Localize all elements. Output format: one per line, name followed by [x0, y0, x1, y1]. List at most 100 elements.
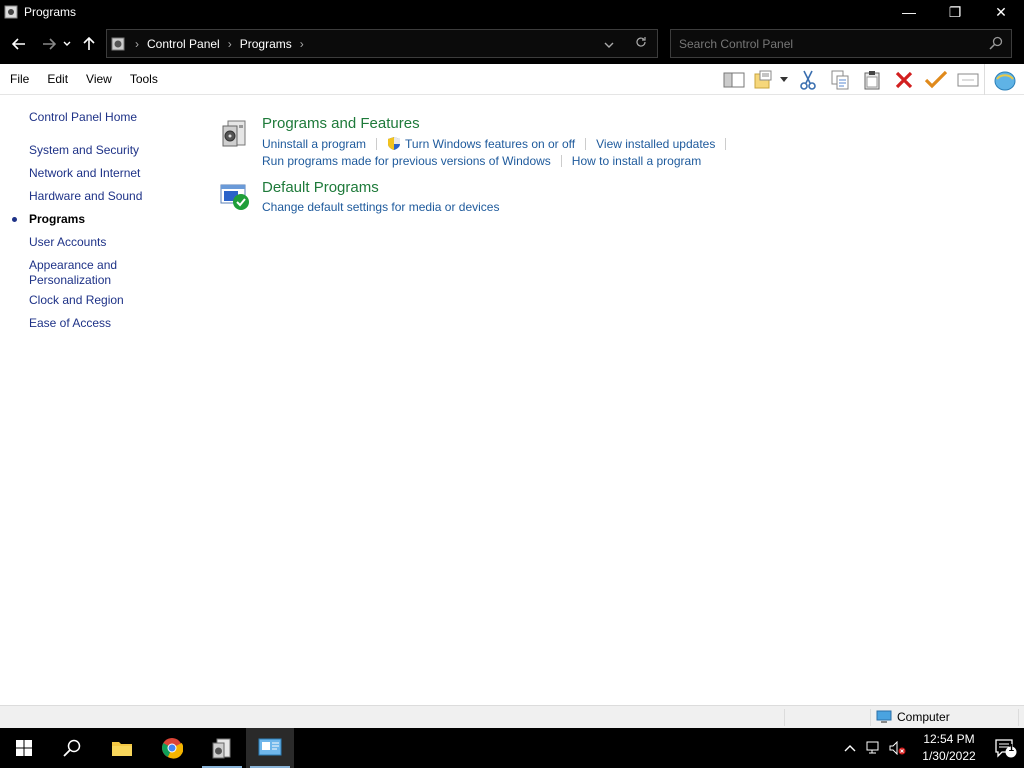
cut-button[interactable] [792, 64, 824, 95]
paste-button[interactable] [856, 64, 888, 95]
folder-note-icon [754, 70, 772, 88]
search-icon[interactable] [989, 36, 1003, 50]
turn-windows-features-link[interactable]: Turn Windows features on or off [405, 137, 575, 151]
address-dropdown-button[interactable] [593, 37, 625, 51]
restore-button[interactable]: ❐ [932, 0, 978, 24]
preview-pane-button[interactable] [718, 64, 750, 95]
forward-arrow-icon [43, 38, 56, 50]
windows-logo-icon [16, 740, 32, 756]
window-title: Programs [24, 5, 77, 19]
default-programs-title[interactable]: Default Programs [262, 179, 379, 196]
control-panel-location-icon [111, 36, 127, 52]
file-explorer-button[interactable] [98, 728, 146, 768]
run-older-programs-link[interactable]: Run programs made for previous versions … [262, 154, 551, 168]
sync-button[interactable] [984, 64, 1024, 95]
notification-count: 1 [1008, 743, 1014, 754]
back-button[interactable] [8, 29, 30, 59]
copy-button[interactable] [824, 64, 856, 95]
sidebar-item-user-accounts[interactable]: User Accounts [29, 235, 106, 250]
programs-and-features-title[interactable]: Programs and Features [262, 115, 420, 132]
taskbar: 12:54 PM 1/30/2022 1 [0, 728, 1024, 768]
status-divider [1018, 709, 1019, 726]
clipboard-icon [864, 70, 880, 89]
sidebar-item-appearance-and-personalization[interactable]: Appearance and Personalization [29, 258, 117, 288]
pane-layout-icon [723, 72, 745, 87]
menu-view[interactable]: View [77, 72, 121, 86]
programs-features-icon[interactable] [220, 117, 250, 149]
breadcrumb-programs[interactable]: Programs [240, 37, 292, 51]
sidebar-item-label: Personalization [29, 273, 112, 287]
up-arrow-icon [83, 37, 95, 50]
sidebar-item-programs[interactable]: Programs [29, 212, 85, 227]
show-hidden-icons-button[interactable] [838, 728, 862, 768]
recent-locations-button[interactable] [60, 29, 74, 59]
volume-muted-icon [889, 741, 906, 755]
clock-date: 1/30/2022 [922, 749, 976, 763]
rename-button[interactable] [952, 64, 984, 95]
refresh-icon [636, 37, 646, 47]
default-programs-icon[interactable] [220, 181, 250, 213]
breadcrumb-control-panel[interactable]: Control Panel [147, 37, 220, 51]
toolbar [718, 64, 1024, 95]
action-center-button[interactable]: 1 [988, 728, 1024, 768]
sidebar-item-system-and-security[interactable]: System and Security [29, 143, 139, 158]
sidebar-item-ease-of-access[interactable]: Ease of Access [29, 316, 111, 331]
search-input[interactable] [671, 36, 971, 51]
minimize-button[interactable]: — [886, 0, 932, 24]
menu-edit[interactable]: Edit [38, 72, 77, 86]
menu-bar: File Edit View Tools [0, 64, 1024, 95]
breadcrumb-separator[interactable]: › [228, 37, 232, 51]
copy-icon [831, 70, 849, 89]
sidebar-item-hardware-and-sound[interactable]: Hardware and Sound [29, 189, 142, 204]
search-box[interactable] [670, 29, 1012, 58]
address-bar[interactable]: › Control Panel › Programs › [106, 29, 658, 58]
volume-tray-button[interactable] [886, 728, 910, 768]
breadcrumb-separator[interactable]: › [300, 37, 304, 51]
folder-icon [112, 742, 132, 756]
close-button[interactable]: ✕ [978, 0, 1024, 24]
breadcrumb-separator: › [135, 36, 139, 51]
view-installed-updates-link[interactable]: View installed updates [596, 137, 715, 151]
navigation-bar: › Control Panel › Programs › [0, 24, 1024, 64]
status-location-label: Computer [897, 710, 950, 724]
network-tray-button[interactable] [862, 728, 886, 768]
how-to-install-program-link[interactable]: How to install a program [572, 154, 701, 168]
link-separator [560, 155, 562, 167]
status-divider [870, 709, 871, 726]
up-button[interactable] [78, 29, 100, 59]
status-location: Computer [876, 710, 950, 724]
chevron-down-icon [780, 77, 788, 82]
link-separator [376, 137, 378, 150]
forward-button[interactable] [38, 29, 60, 59]
refresh-button[interactable] [625, 36, 657, 51]
start-button[interactable] [0, 728, 48, 768]
sidebar-item-control-panel-home[interactable]: Control Panel Home [29, 110, 137, 125]
clock[interactable]: 12:54 PM 1/30/2022 [910, 731, 988, 765]
programs-features-taskbar-button[interactable] [198, 728, 246, 768]
toolbar-dropdown-button[interactable] [776, 64, 792, 95]
content-area: Control Panel Home System and Security N… [0, 95, 1024, 705]
clock-time: 12:54 PM [923, 732, 975, 746]
menu-file[interactable]: File [0, 72, 38, 86]
system-tray: 12:54 PM 1/30/2022 1 [838, 728, 1024, 768]
properties-check-button[interactable] [920, 64, 952, 95]
control-panel-icon [258, 738, 282, 756]
change-default-settings-link[interactable]: Change default settings for media or dev… [262, 200, 499, 214]
taskbar-search-button[interactable] [48, 728, 96, 768]
title-bar: Programs — ❐ ✕ [0, 0, 1024, 24]
back-arrow-icon [12, 38, 25, 50]
sidebar-item-network-and-internet[interactable]: Network and Internet [29, 166, 140, 181]
uninstall-program-link[interactable]: Uninstall a program [262, 137, 366, 151]
control-panel-taskbar-button[interactable] [246, 728, 294, 768]
sidebar-item-clock-and-region[interactable]: Clock and Region [29, 293, 124, 308]
checkmark-icon [925, 70, 947, 88]
shield-icon [388, 137, 401, 150]
delete-button[interactable] [888, 64, 920, 95]
chrome-button[interactable] [148, 728, 196, 768]
delete-x-icon [895, 71, 913, 88]
new-folder-button[interactable] [750, 64, 776, 95]
menu-tools[interactable]: Tools [121, 72, 167, 86]
status-divider [784, 709, 785, 726]
programs-features-icon [212, 738, 231, 759]
search-icon [63, 739, 81, 757]
